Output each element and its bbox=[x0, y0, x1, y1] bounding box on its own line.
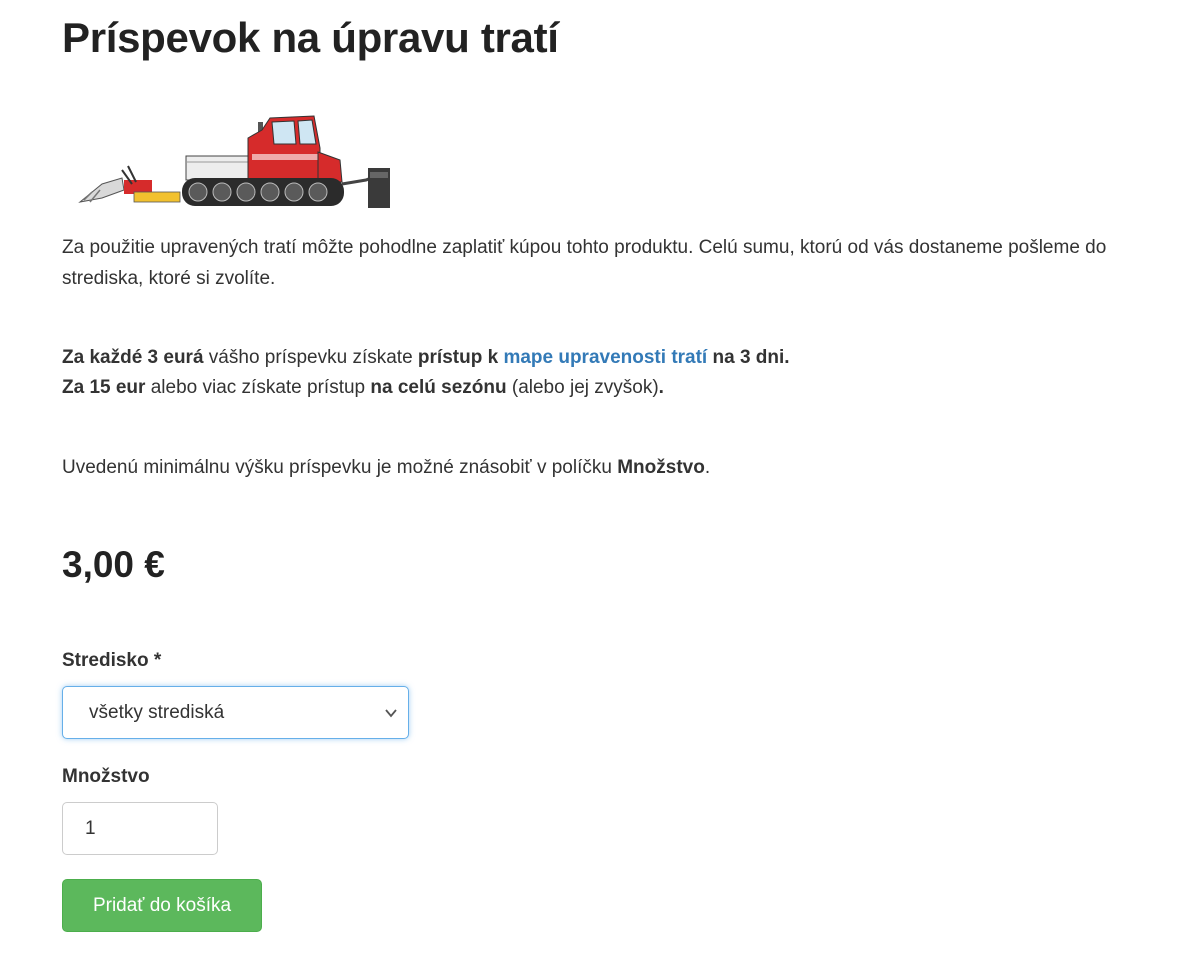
text: . bbox=[704, 457, 711, 478]
season-info-line: Za 15 eur alebo viac získate prístup na … bbox=[62, 372, 664, 403]
text: alebo viac získate prístup bbox=[145, 377, 371, 398]
chevron-down-icon bbox=[385, 709, 397, 718]
access-info-line: Za každé 3 eurá vášho príspevku získate … bbox=[62, 342, 790, 373]
snow-groomer-illustration bbox=[78, 115, 390, 208]
page-title: Príspevok na úpravu tratí bbox=[62, 14, 559, 61]
bold-text: na celú sezónu bbox=[370, 377, 507, 398]
bold-text: . bbox=[658, 377, 664, 398]
bold-text: Množstvo bbox=[617, 457, 705, 478]
description-paragraph: Za použitie upravených tratí môžte pohod… bbox=[62, 237, 1107, 289]
mnozstvo-label: Množstvo bbox=[62, 766, 150, 787]
product-page: Príspevok na úpravu tratí Za použitie up bbox=[0, 0, 1200, 965]
add-to-cart-button[interactable]: Pridať do košíka bbox=[62, 879, 262, 932]
bold-text: na 3 dni. bbox=[707, 347, 790, 368]
text: vášho príspevku získate bbox=[203, 347, 418, 368]
quantity-info-line: Uvedenú minimálnu výšku príspevku je mož… bbox=[62, 452, 710, 483]
bold-text: prístup k bbox=[417, 347, 499, 368]
quantity-input[interactable] bbox=[62, 802, 218, 855]
price: 3,00 € bbox=[62, 544, 165, 585]
text: (alebo jej zvyšok) bbox=[506, 377, 659, 398]
stredisko-selected-value: všetky strediská bbox=[89, 701, 225, 723]
bold-text: Za každé 3 eurá bbox=[62, 347, 204, 368]
stredisko-select[interactable]: všetky strediská bbox=[62, 686, 409, 739]
stredisko-label: Stredisko * bbox=[62, 650, 162, 671]
bold-text: Za 15 eur bbox=[62, 377, 146, 398]
map-link[interactable]: mape upravenosti tratí bbox=[503, 347, 707, 368]
text: Uvedenú minimálnu výšku príspevku je mož… bbox=[62, 457, 618, 478]
